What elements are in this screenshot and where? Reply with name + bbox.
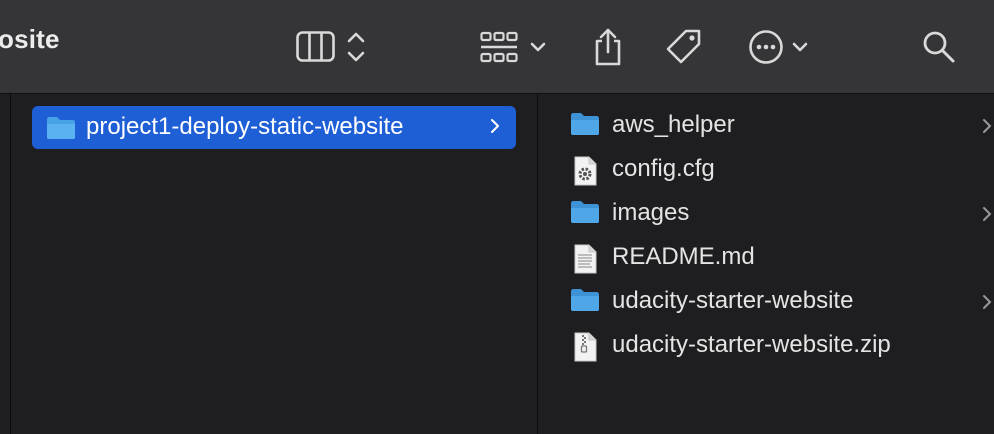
file-name: config.cfg	[612, 155, 715, 182]
tag-button[interactable]	[664, 0, 704, 93]
view-mode-button[interactable]	[296, 0, 366, 93]
folder-icon	[570, 288, 600, 317]
folder-name: project1-deploy-static-website	[86, 113, 404, 140]
window-title: osite	[0, 24, 60, 54]
folder-icon	[570, 112, 600, 141]
tag-icon	[664, 27, 704, 67]
zip-file-icon	[570, 332, 600, 367]
folder-icon	[46, 116, 76, 145]
column-divider[interactable]	[10, 94, 11, 434]
file-name: aws_helper	[612, 111, 735, 138]
share-icon	[592, 27, 624, 67]
list-item-readme-md[interactable]: README.md	[570, 238, 994, 278]
view-switcher-chevron-icon	[346, 30, 366, 64]
dropdown-chevron-icon	[530, 41, 546, 53]
chevron-right-icon	[982, 206, 992, 227]
column-view-icon	[296, 30, 336, 64]
chevron-right-icon	[982, 294, 992, 315]
file-name: udacity-starter-website.zip	[612, 331, 891, 358]
search-button[interactable]	[922, 0, 956, 93]
share-button[interactable]	[592, 0, 624, 93]
more-chevron-icon	[792, 41, 808, 53]
chevron-right-icon	[490, 118, 500, 139]
column-browser: project1-deploy-static-website aws_helpe…	[0, 94, 994, 434]
file-name: udacity-starter-website	[612, 287, 854, 314]
list-item-images[interactable]: images	[570, 194, 994, 234]
list-item-config-cfg[interactable]: config.cfg	[570, 150, 994, 190]
file-name: README.md	[612, 243, 755, 270]
folder-icon	[570, 200, 600, 229]
chevron-right-icon	[982, 118, 992, 139]
group-by-button[interactable]	[480, 0, 546, 93]
list-item-aws-helper[interactable]: aws_helper	[570, 106, 994, 146]
file-name: images	[612, 199, 690, 226]
selected-folder-row[interactable]: project1-deploy-static-website	[32, 106, 516, 149]
more-actions-button[interactable]	[748, 0, 808, 93]
text-file-icon	[570, 244, 600, 279]
grid-group-icon	[480, 30, 518, 64]
search-icon	[922, 30, 956, 64]
toolbar: osite	[0, 0, 994, 94]
list-item-udacity-starter-website-zip[interactable]: udacity-starter-website.zip	[570, 326, 994, 366]
column-divider[interactable]	[537, 94, 538, 434]
more-actions-icon	[748, 29, 784, 65]
config-file-icon	[570, 156, 600, 191]
list-item-udacity-starter-website[interactable]: udacity-starter-website	[570, 282, 994, 322]
